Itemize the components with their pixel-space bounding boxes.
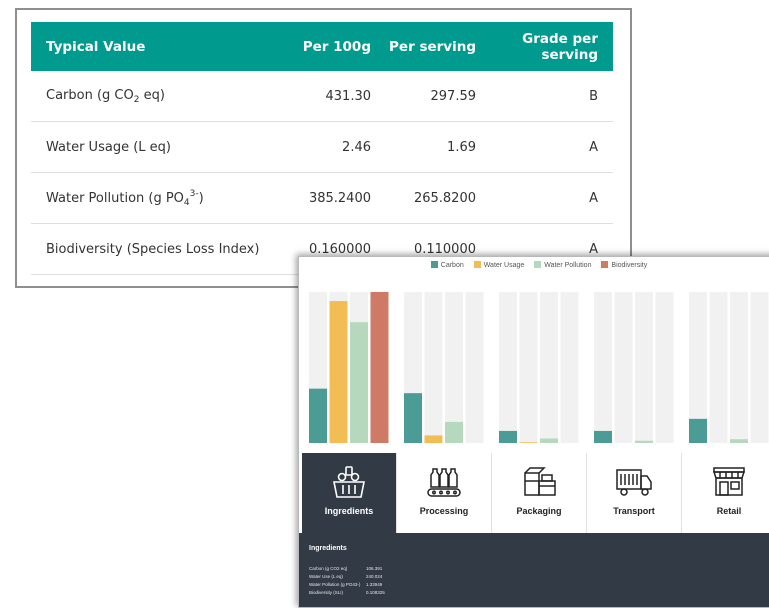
bar-water-pollution-packaging[interactable]: [540, 438, 558, 443]
header-per-serving: Per serving: [371, 22, 476, 71]
value-per-100g: 385.2400: [281, 172, 371, 224]
bar-water-usage-packaging[interactable]: [519, 442, 538, 443]
bar-carbon-processing[interactable]: [404, 393, 422, 443]
table-row: Water Usage (L eq) 2.46 1.69 A: [31, 121, 613, 173]
detail-title: Ingredients: [309, 545, 347, 552]
bar-biodiversity-ingredients[interactable]: [370, 292, 389, 443]
bar-track: [655, 292, 674, 443]
stage-detail-panel: Ingredients Carbon (g CO2 eq) 106.391 Wat…: [299, 533, 769, 607]
tab-retail[interactable]: Retail: [682, 453, 769, 533]
detail-row: Water Pollution (g PO43-) 1.33949: [309, 582, 389, 587]
bar-track: [614, 292, 633, 443]
row-label-end: eq): [139, 87, 165, 103]
bar-track: [594, 292, 612, 443]
row-label-text: Carbon (g CO: [46, 87, 134, 103]
bar-water-pollution-retail[interactable]: [730, 439, 748, 443]
bar-carbon-ingredients[interactable]: [309, 388, 327, 443]
lifecycle-panel: Carbon Water Usage Water Pollution Biodi…: [298, 256, 769, 608]
values-table-card: Typical Value Per 100g Per serving Grade…: [15, 8, 632, 288]
tab-label: Processing: [419, 506, 469, 516]
detail-value: 0.108325: [366, 590, 385, 595]
row-label: Carbon (g CO2 eq): [31, 71, 281, 122]
detail-row: Carbon (g CO2 eq) 106.391: [309, 566, 389, 571]
detail-row: Water Use (L eq) 240.024: [309, 574, 389, 579]
conveyor-bottles-icon: [397, 465, 491, 499]
bar-track: [540, 292, 558, 443]
tab-label: Ingredients: [324, 506, 374, 516]
detail-value: 1.33949: [366, 582, 383, 587]
stage-tabs: Ingredients Processing Packaging Transpo…: [299, 453, 769, 533]
bar-track: [635, 292, 653, 443]
detail-label: Carbon (g CO2 eq): [309, 566, 348, 571]
value-per-100g: 2.46: [281, 121, 371, 173]
header-grade-per-serving: Grade per serving: [476, 22, 613, 71]
bar-track: [730, 292, 748, 443]
bar-track: [424, 292, 443, 443]
impact-bar-chart: [309, 292, 769, 443]
bar-carbon-packaging[interactable]: [499, 430, 517, 443]
label-subscript: 4: [183, 197, 190, 208]
detail-label: Water Pollution (g PO43-): [309, 582, 361, 587]
row-label: Water Usage (L eq): [31, 121, 281, 173]
tab-label: Packaging: [516, 506, 562, 516]
row-label-text: Water Pollution (g PO: [46, 190, 184, 206]
label-superscript: 3-: [189, 188, 199, 199]
tab-transport[interactable]: Transport: [587, 453, 682, 533]
table-header-row: Typical Value Per 100g Per serving Grade…: [31, 22, 613, 71]
value-per-serving: 1.69: [371, 121, 476, 173]
bar-water-usage-ingredients[interactable]: [329, 301, 348, 443]
grade-per-serving: A: [476, 172, 613, 224]
value-per-serving: 297.59: [371, 71, 476, 122]
tab-ingredients[interactable]: Ingredients: [302, 453, 397, 533]
bar-water-usage-processing[interactable]: [424, 435, 443, 443]
tab-processing[interactable]: Processing: [397, 453, 492, 533]
shop-icon: [682, 465, 769, 499]
tab-packaging[interactable]: Packaging: [492, 453, 587, 533]
value-per-serving: 265.8200: [371, 172, 476, 224]
bar-track: [560, 292, 579, 443]
bar-track: [709, 292, 728, 443]
detail-label: Water Use (L eq): [309, 574, 343, 579]
row-label-end: ): [198, 190, 204, 206]
boxes-icon: [492, 465, 586, 499]
tab-label: Transport: [613, 506, 655, 516]
bar-water-pollution-transport[interactable]: [635, 440, 653, 443]
header-per-100g: Per 100g: [281, 22, 371, 71]
grade-per-serving: A: [476, 121, 613, 173]
bar-track: [445, 292, 463, 443]
row-label: Water Pollution (g PO43-): [31, 172, 281, 224]
bar-track: [499, 292, 517, 443]
basket-icon: [302, 465, 396, 499]
row-label: Biodiversity (Species Loss Index): [31, 223, 281, 275]
detail-value: 240.024: [366, 574, 383, 579]
bar-water-pollution-processing[interactable]: [445, 421, 463, 443]
detail-label: Biodiversity (SLI): [309, 590, 344, 595]
tab-label: Retail: [716, 506, 742, 516]
table-row: Carbon (g CO2 eq) 431.30 297.59 B: [31, 71, 613, 122]
values-table: Typical Value Per 100g Per serving Grade…: [31, 22, 613, 275]
grade-per-serving: B: [476, 71, 613, 122]
detail-row: Biodiversity (SLI) 0.108325: [309, 590, 389, 595]
bar-track: [465, 292, 484, 443]
table-row: Water Pollution (g PO43-) 385.2400 265.8…: [31, 172, 613, 224]
bar-track: [519, 292, 538, 443]
truck-icon: [587, 465, 681, 499]
header-typical-value: Typical Value: [31, 22, 281, 71]
bar-carbon-transport[interactable]: [594, 430, 612, 443]
bar-track: [750, 292, 769, 443]
bar-water-pollution-ingredients[interactable]: [350, 322, 368, 443]
detail-value: 106.391: [366, 566, 383, 571]
bar-carbon-retail[interactable]: [689, 418, 707, 443]
value-per-100g: 431.30: [281, 71, 371, 122]
